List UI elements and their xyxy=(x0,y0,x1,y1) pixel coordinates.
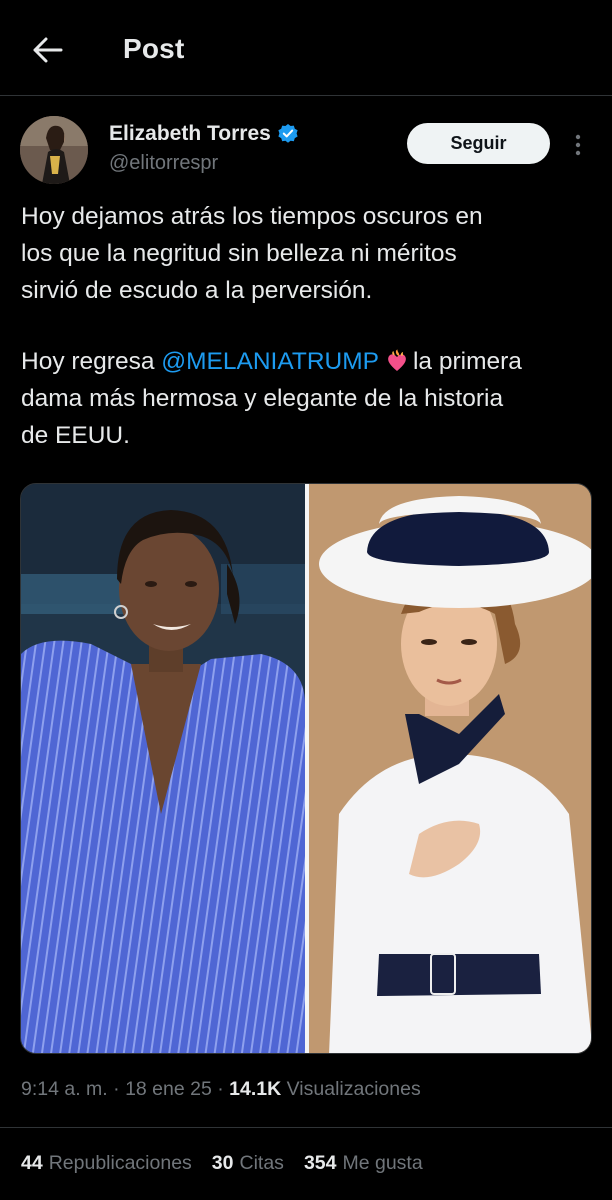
display-name[interactable]: Elizabeth Torres xyxy=(109,122,271,146)
tweet-date[interactable]: 18 ene 25 xyxy=(125,1078,212,1100)
more-vertical-icon xyxy=(575,134,581,156)
stat-count: 30 xyxy=(211,1152,234,1174)
views-label: Visualizaciones xyxy=(286,1078,421,1100)
stat-count: 354 xyxy=(303,1152,337,1174)
follow-button[interactable]: Seguir xyxy=(407,123,550,164)
avatar-image xyxy=(20,116,88,184)
stat-label: Republicaciones xyxy=(48,1152,192,1174)
stat-count: 44 xyxy=(21,1152,43,1174)
avatar[interactable] xyxy=(20,116,88,184)
tweet-line: Hoy dejamos atrás los tiempos oscuros en xyxy=(21,203,483,230)
verified-badge-icon xyxy=(278,124,298,143)
tweet-line: de EEUU. xyxy=(21,422,130,449)
tweet-text: Hoy dejamos atrás los tiempos oscuros en… xyxy=(21,198,596,454)
tweet-media[interactable] xyxy=(20,483,592,1054)
back-button[interactable] xyxy=(26,28,70,72)
quotes-stat[interactable]: 30 Citas xyxy=(212,1152,284,1175)
more-button[interactable] xyxy=(566,130,590,160)
reposts-stat[interactable]: 44 Republicaciones xyxy=(21,1152,192,1175)
author-row: Elizabeth Torres @elitorrespr Seguir xyxy=(0,112,612,192)
views-count: 14.1K xyxy=(229,1078,282,1100)
stat-label: Citas xyxy=(239,1152,284,1174)
meta-separator: · xyxy=(113,1078,120,1100)
media-photo-left[interactable] xyxy=(21,484,305,1054)
tweet-line: los que la negritud sin belleza ni mérit… xyxy=(21,240,457,267)
tweet-time[interactable]: 9:14 a. m. xyxy=(21,1078,108,1100)
display-name-wrap: Elizabeth Torres xyxy=(109,122,299,146)
tweet-line: dama más hermosa y elegante de la histor… xyxy=(21,385,504,412)
page-title: Post xyxy=(123,33,185,64)
handle[interactable]: @elitorrespr xyxy=(109,152,218,175)
media-photo-right[interactable] xyxy=(309,484,592,1054)
stat-label: Me gusta xyxy=(342,1152,423,1174)
tweet-line: sirvió de escudo a la perversión. xyxy=(21,277,373,304)
heart-on-fire-icon xyxy=(388,349,406,371)
engagement-stats: 44 Republicaciones 30 Citas 354 Me gusta xyxy=(21,1152,423,1175)
mention-link[interactable]: @MELANIATRUMP xyxy=(161,348,379,375)
top-bar: Post xyxy=(0,0,612,96)
meta-separator: · xyxy=(217,1078,224,1100)
tweet-line: Hoy regresa @MELANIATRUMP la primera xyxy=(21,343,596,380)
tweet-text-prefix: Hoy regresa xyxy=(21,348,162,375)
divider xyxy=(0,1127,612,1128)
arrow-left-icon xyxy=(33,37,63,63)
tweet-meta: 9:14 a. m. · 18 ene 25 · 14.1K Visualiza… xyxy=(21,1078,421,1101)
tweet-text-suffix: la primera xyxy=(412,348,522,375)
likes-stat[interactable]: 354 Me gusta xyxy=(304,1152,423,1175)
